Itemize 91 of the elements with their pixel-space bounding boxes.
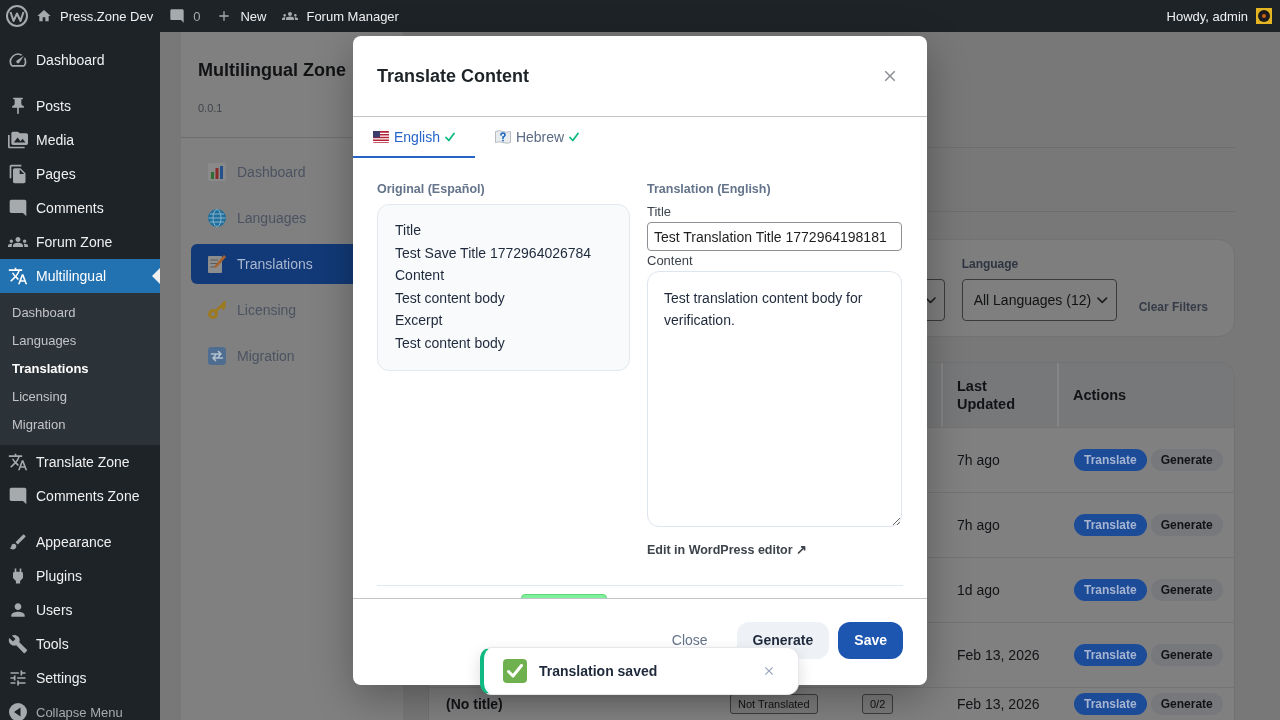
version-label: 0.0.1 (198, 101, 223, 115)
menu-item[interactable]: Comments Zone (0, 479, 160, 513)
gauge-icon (8, 50, 28, 70)
arrows-icon (208, 347, 226, 365)
menu-item[interactable]: Comments (0, 191, 160, 225)
action-button[interactable]: Generate (1150, 449, 1223, 471)
chevron-icon (1097, 296, 1108, 304)
updated-text: 7h ago (957, 516, 1000, 534)
field-label: Title (647, 204, 672, 219)
action-button[interactable]: Generate (1150, 644, 1223, 666)
media-icon (8, 130, 28, 150)
toast-message: Translation saved (539, 663, 659, 679)
action-button[interactable]: Generate (1150, 579, 1223, 601)
editor-link[interactable]: Edit in WordPress editor ↗ (647, 543, 808, 557)
pages-icon (8, 164, 28, 184)
language-tab[interactable]: Hebrew (474, 117, 600, 158)
original-line: Test Save Title 1772964026784 (395, 243, 592, 263)
language-select[interactable]: All Languages (12) (961, 279, 1117, 321)
footer-button[interactable]: Save (838, 621, 903, 659)
submenu-item[interactable]: Languages (0, 326, 160, 354)
comment-icon (8, 198, 28, 218)
sliders-icon (8, 668, 28, 688)
column-header: Last Updated (941, 363, 1057, 427)
language-tab[interactable]: English (353, 117, 475, 158)
wrench-icon (8, 634, 28, 654)
updated-text: Feb 13, 2026 (957, 695, 1040, 713)
translate-icon (8, 266, 28, 286)
key-icon (208, 301, 226, 319)
modal-title: Translate Content (377, 65, 530, 87)
submenu-item[interactable]: Migration (0, 410, 160, 438)
column-header: Actions (1057, 363, 1234, 427)
memo-icon (208, 255, 226, 273)
action-button[interactable]: Translate (1074, 644, 1147, 666)
updated-text: Feb 13, 2026 (957, 646, 1040, 664)
comment-icon (8, 486, 28, 506)
brush-icon (8, 532, 28, 552)
menu-item[interactable]: Dashboard (0, 43, 160, 77)
action-button[interactable]: Translate (1074, 449, 1147, 471)
menu-item[interactable]: Settings (0, 661, 160, 695)
new-link[interactable]: New (208, 0, 275, 32)
menu-item[interactable]: Pages (0, 157, 160, 191)
title-text: (No title) (446, 695, 503, 713)
section-label: Translation (English) (647, 182, 771, 196)
status-badge: Not Translated (730, 694, 818, 714)
us-flag-icon (373, 130, 389, 143)
home-icon (36, 8, 52, 24)
submenu-item[interactable]: Translations (0, 354, 160, 382)
updated-text: 1d ago (957, 581, 1000, 599)
field-label: Content (647, 253, 693, 268)
updated-text: 7h ago (957, 451, 1000, 469)
section-label: Original (Español) (377, 182, 485, 196)
original-line: Title (395, 221, 421, 240)
forum-link[interactable]: Forum Manager (274, 0, 407, 32)
account-link[interactable]: Howdy, admin (1158, 0, 1280, 32)
menu-item[interactable]: Appearance (0, 525, 160, 559)
original-line: Test content body (395, 288, 505, 308)
logo-icon[interactable] (6, 5, 28, 27)
content-textarea[interactable]: Test translation content body for verification. (647, 271, 902, 527)
menu-item[interactable]: Users (0, 593, 160, 627)
menu-item[interactable]: Posts (0, 89, 160, 123)
title-input[interactable]: Test Translation Title 1772964198181 (647, 222, 902, 251)
submenu-item[interactable]: Licensing (0, 382, 160, 410)
menu-item[interactable]: Tools (0, 627, 160, 661)
comment-icon (169, 8, 186, 24)
chevron-icon (924, 296, 936, 304)
menu-item[interactable]: Multilingual (0, 259, 160, 293)
progress-badge: 0/2 (862, 694, 894, 714)
bar-chart-icon (208, 163, 226, 181)
action-button[interactable]: Translate (1074, 514, 1147, 536)
submenu-item[interactable]: Dashboard (0, 298, 160, 326)
globe-icon (208, 209, 226, 227)
close-icon (762, 664, 776, 678)
action-button[interactable]: Translate (1074, 693, 1147, 715)
action-button[interactable]: Translate (1074, 579, 1147, 601)
action-button[interactable]: Generate (1150, 693, 1223, 715)
original-line: Excerpt (395, 311, 443, 330)
original-line: Test content body (395, 333, 505, 353)
avatar-icon (1256, 8, 1272, 24)
menu-item[interactable]: Media (0, 123, 160, 157)
menu-item[interactable]: Plugins (0, 559, 160, 593)
action-button[interactable]: Generate (1150, 514, 1223, 536)
collapse-menu-button[interactable]: Collapse Menu (0, 695, 160, 720)
comments-link[interactable]: 0 (161, 0, 209, 32)
original-line: Content (395, 266, 445, 285)
filter-label: Language (961, 257, 1019, 271)
menu-item[interactable]: Translate Zone (0, 445, 160, 479)
translate-icon (8, 452, 28, 472)
success-icon (503, 659, 527, 683)
menu-item[interactable]: Forum Zone (0, 225, 160, 259)
unknown-flag-icon (494, 129, 511, 144)
site-link[interactable]: Press.Zone Dev (28, 0, 162, 32)
